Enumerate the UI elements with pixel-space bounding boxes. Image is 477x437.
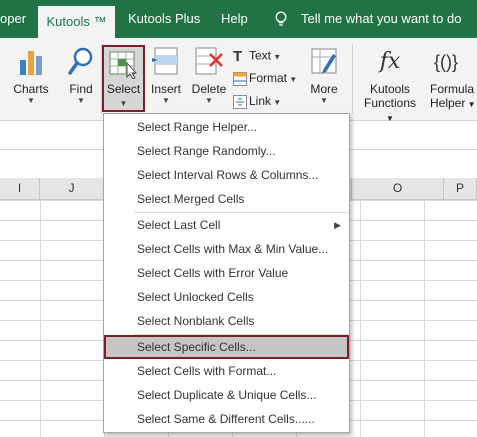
lightbulb-icon: [275, 11, 287, 28]
formula-helper-button[interactable]: {()} Formula Helper ▼: [424, 46, 477, 110]
tab-developer[interactable]: oper: [0, 0, 26, 38]
charts-button[interactable]: Charts ▼: [10, 46, 52, 106]
chevron-down-icon: ▼: [287, 75, 298, 84]
function-fx-icon: fx: [379, 49, 401, 74]
chevron-down-icon: ▼: [27, 96, 35, 105]
menu-item-select-range-helper[interactable]: Select Range Helper...: [104, 115, 349, 139]
tell-me-search[interactable]: Tell me what you want to do: [301, 0, 461, 38]
select-grid-icon: [109, 51, 139, 79]
insert-button[interactable]: Insert ▼: [147, 46, 185, 106]
text-button[interactable]: T Text ▼: [233, 48, 281, 65]
menu-item-select-specific-cells[interactable]: Select Specific Cells...: [104, 335, 349, 359]
kutools-functions-button[interactable]: fx Kutools Functions ▼: [360, 46, 420, 124]
menu-item-select-same-different[interactable]: Select Same & Different Cells......: [104, 407, 349, 431]
magnifier-icon: [67, 46, 95, 76]
format-icon: [233, 71, 249, 86]
formula-braces-icon: {()}: [434, 52, 459, 72]
menu-item-select-unlocked-cells[interactable]: Select Unlocked Cells: [104, 285, 349, 309]
text-t-icon: T: [233, 48, 243, 65]
menu-item-select-nonblank-cells[interactable]: Select Nonblank Cells: [104, 309, 349, 333]
menu-item-select-cells-with-format[interactable]: Select Cells with Format...: [104, 359, 349, 383]
ribbon-separator: [352, 44, 353, 114]
insert-rows-icon: [151, 46, 181, 76]
menu-item-select-last-cell[interactable]: Select Last Cell ▶: [104, 213, 349, 237]
chevron-down-icon: ▼: [465, 100, 476, 109]
chevron-down-icon: ▼: [119, 99, 128, 108]
select-button[interactable]: Select ▼: [102, 45, 145, 112]
column-header-p[interactable]: P: [444, 178, 477, 200]
menu-item-select-cells-error-value[interactable]: Select Cells with Error Value: [104, 261, 349, 285]
delete-button[interactable]: Delete ▼: [189, 46, 229, 106]
chevron-down-icon: ▼: [77, 96, 85, 105]
tab-help[interactable]: Help: [221, 0, 248, 38]
chevron-down-icon: ▼: [205, 96, 213, 105]
column-header-i[interactable]: I: [0, 178, 40, 200]
bar-chart-icon: [17, 46, 45, 76]
find-button[interactable]: Find ▼: [62, 46, 100, 106]
menu-item-select-interval-rows-columns[interactable]: Select Interval Rows & Columns...: [104, 163, 349, 187]
menu-item-select-cells-max-min[interactable]: Select Cells with Max & Min Value...: [104, 237, 349, 261]
menu-item-select-range-randomly[interactable]: Select Range Randomly...: [104, 139, 349, 163]
menu-item-select-merged-cells[interactable]: Select Merged Cells: [104, 187, 349, 211]
more-tools-icon: [309, 46, 339, 76]
chevron-down-icon: ▼: [271, 98, 282, 107]
menu-item-select-duplicate-unique[interactable]: Select Duplicate & Unique Cells...: [104, 383, 349, 407]
select-dropdown-menu: Select Range Helper... Select Range Rand…: [103, 113, 350, 433]
chevron-right-icon: ▶: [334, 220, 341, 230]
tab-kutools[interactable]: Kutools ™: [38, 6, 115, 38]
chevron-down-icon: ▼: [271, 52, 282, 62]
more-button[interactable]: More ▼: [304, 46, 344, 106]
format-button[interactable]: Format ▼: [233, 71, 297, 86]
chevron-down-icon: ▼: [320, 96, 328, 105]
chevron-down-icon: ▼: [162, 96, 170, 105]
delete-rows-icon: [194, 46, 224, 76]
column-header-j[interactable]: J: [40, 178, 104, 200]
tab-kutools-plus[interactable]: Kutools Plus: [128, 0, 200, 38]
column-header-o[interactable]: O: [352, 178, 444, 200]
link-button[interactable]: Link ▼: [233, 94, 281, 109]
ribbon-tab-bar: oper Kutools ™ Kutools Plus Help Tell me…: [0, 0, 477, 38]
link-icon: [233, 94, 249, 109]
